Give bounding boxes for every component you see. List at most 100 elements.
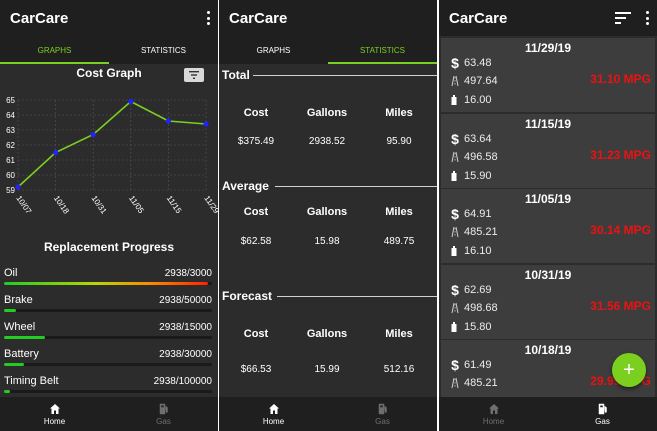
total-miles: 95.90 [386,136,412,147]
nav-home[interactable]: Home [0,397,109,431]
average-cost: $62.58 [240,236,272,247]
entry-cost: 63.64 [464,132,492,145]
add-icon: + [623,359,635,381]
stat-header-gallons: Gallons [306,328,348,340]
entry-gallons-row: 16.00 [449,94,492,106]
y-tick-label: 61 [6,156,15,165]
app-bar: CarCare [219,0,437,36]
average-miles: 489.75 [383,236,415,247]
entry-miles: 498.68 [464,301,498,314]
cost-data-point [128,98,134,105]
entry-cost-row: $62.69 [449,281,491,298]
nav-home-label: Home [482,416,505,426]
nav-gas-label: Gas [595,416,610,426]
gas-entry-card[interactable]: 11/29/19 $63.48 497.64 16.00 31.10 MPG [441,38,655,112]
entry-mpg: 30.14 MPG [590,223,651,237]
gas-station-icon [598,403,607,414]
nav-gas[interactable]: Gas [109,397,218,431]
progress-fill [4,390,11,393]
forecast-miles: 512.16 [383,364,415,375]
entry-date: 11/15/19 [524,116,572,131]
fuel-pump-icon [449,94,461,106]
road-icon [449,75,461,87]
tab-statistics[interactable]: STATISTICS [328,36,437,64]
total-gallons: 2938.52 [308,136,346,147]
add-entry-button[interactable]: + [612,353,646,387]
sort-icon[interactable] [615,12,631,24]
filter-icon [189,71,199,79]
entry-cost: 61.49 [464,359,492,371]
entry-gallons: 16.10 [464,245,492,257]
tab-statistics[interactable]: STATISTICS [109,36,218,64]
road-icon [449,226,461,238]
road-icon [449,302,461,314]
fuel-pump-icon [449,321,461,333]
tab-bar: GRAPHS STATISTICS [219,36,437,64]
gas-entry-card[interactable]: 11/15/19 $63.64 496.58 15.90 31.23 MPG [441,113,655,188]
divider [275,186,437,187]
fuel-pump-icon [449,170,461,182]
stat-header-gallons: Gallons [306,206,348,218]
more-vert-icon[interactable] [206,11,210,25]
tab-graphs[interactable]: GRAPHS [219,36,328,64]
nav-home[interactable]: Home [219,397,328,431]
stat-header-gallons: Gallons [306,107,348,119]
entry-miles-row: 496.58 [449,151,498,163]
filter-button[interactable] [184,68,204,82]
entry-miles-row: 485.21 [449,226,498,238]
entry-cost-row: $63.48 [449,55,491,71]
dollar-icon: $ [451,130,459,147]
entry-mpg: 31.23 MPG [590,147,651,162]
dollar-icon: $ [451,206,459,222]
progress-value: 2938/100000 [153,376,212,387]
bottom-nav: Home Gas [0,397,218,431]
progress-label: Wheel [4,321,36,333]
nav-gas[interactable]: Gas [548,397,657,431]
stat-header-cost: Cost [243,328,269,340]
x-tick-label: 10/31 [90,194,109,216]
progress-value: 2938/15000 [159,322,212,333]
cost-data-point [203,121,209,127]
entry-miles: 485.21 [464,377,498,389]
entry-miles: 497.64 [464,75,498,87]
dollar-icon: $ [451,357,459,373]
entry-miles-row: 485.21 [449,377,498,389]
progress-label: Oil [4,267,18,279]
tab-bar: GRAPHS STATISTICS [0,36,218,64]
dollar-icon: $ [451,55,459,71]
entry-date: 11/05/19 [524,192,572,206]
entry-gallons-row: 16.10 [449,245,492,257]
progress-fill [4,363,25,366]
section-average-label: Average [222,179,269,193]
section-forecast-label: Forecast [222,289,273,303]
progress-value: 2938/3000 [164,268,212,279]
progress-fill [4,282,208,285]
y-tick-label: 62 [6,141,15,150]
progress-label: Battery [4,348,39,360]
entry-mpg: 31.56 MPG [590,298,651,313]
progress-track [4,282,212,285]
home-icon [488,403,499,414]
gas-entry-card[interactable]: 10/31/19 $62.69 498.68 15.80 31.56 MPG [441,264,655,339]
gas-entry-card[interactable]: 11/05/19 $64.91 485.21 16.10 30.14 MPG [441,189,655,263]
more-vert-icon[interactable] [645,11,649,25]
road-icon [449,377,461,389]
nav-home[interactable]: Home [439,397,548,431]
x-tick-label: 11/05 [127,194,146,216]
y-tick-label: 59 [6,186,15,195]
y-tick-label: 63 [6,126,15,135]
progress-value: 2938/30000 [159,349,212,360]
tab-graphs[interactable]: GRAPHS [0,36,109,64]
section-total-label: Total [222,68,250,82]
cost-data-point [90,131,96,138]
entry-cost: 64.91 [464,208,492,220]
progress-row-wheel: Wheel 2938/15000 [4,321,214,348]
progress-row-oil: Oil 2938/3000 [4,267,214,294]
bottom-nav: Home Gas [439,397,657,431]
nav-gas[interactable]: Gas [328,397,437,431]
x-tick-label: 10/07 [14,194,33,216]
entry-gallons: 15.90 [464,169,492,182]
dollar-icon: $ [451,281,459,298]
progress-track [4,363,212,366]
entry-miles-row: 498.68 [449,302,498,314]
